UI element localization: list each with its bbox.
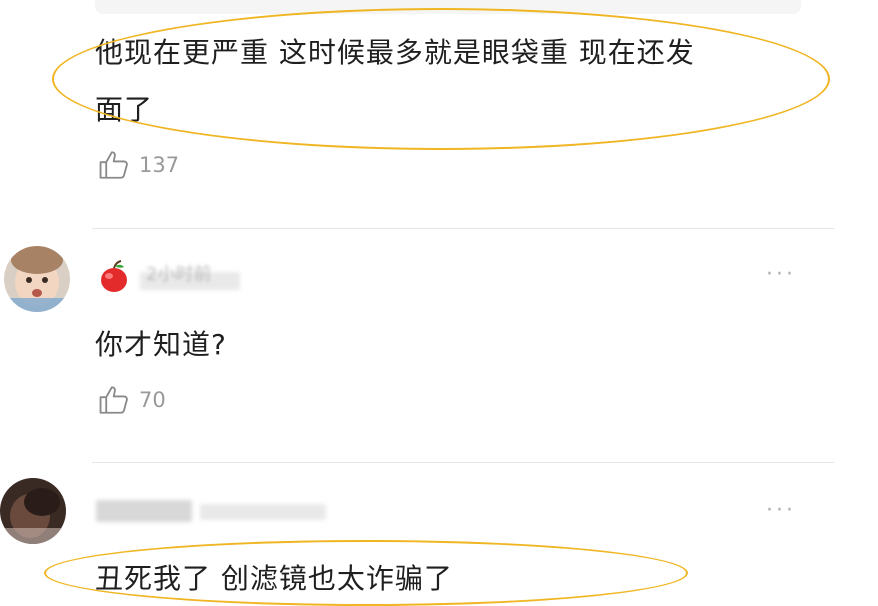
avatar[interactable] bbox=[0, 478, 66, 544]
like-count: 137 bbox=[139, 153, 180, 177]
like-count: 70 bbox=[139, 388, 166, 412]
like-button[interactable]: 137 bbox=[97, 148, 179, 182]
thumbs-up-icon bbox=[99, 386, 128, 414]
divider bbox=[92, 462, 834, 463]
highlight-ellipse bbox=[52, 8, 830, 150]
highlight-ellipse bbox=[44, 540, 688, 606]
divider bbox=[92, 228, 834, 229]
avatar[interactable] bbox=[4, 246, 70, 312]
comment-meta: 2小时前 bbox=[146, 264, 212, 285]
meta-blurred bbox=[200, 504, 326, 520]
comment-2-text: 你才知道? bbox=[95, 328, 227, 361]
avatar-image bbox=[0, 478, 66, 544]
more-icon[interactable]: ··· bbox=[766, 262, 796, 287]
username-blurred[interactable] bbox=[96, 500, 192, 522]
avatar-image bbox=[4, 246, 70, 312]
thumbs-up-icon bbox=[99, 151, 128, 179]
like-button[interactable]: 70 bbox=[97, 383, 166, 417]
apple-icon bbox=[96, 258, 132, 294]
more-icon[interactable]: ··· bbox=[766, 498, 796, 523]
